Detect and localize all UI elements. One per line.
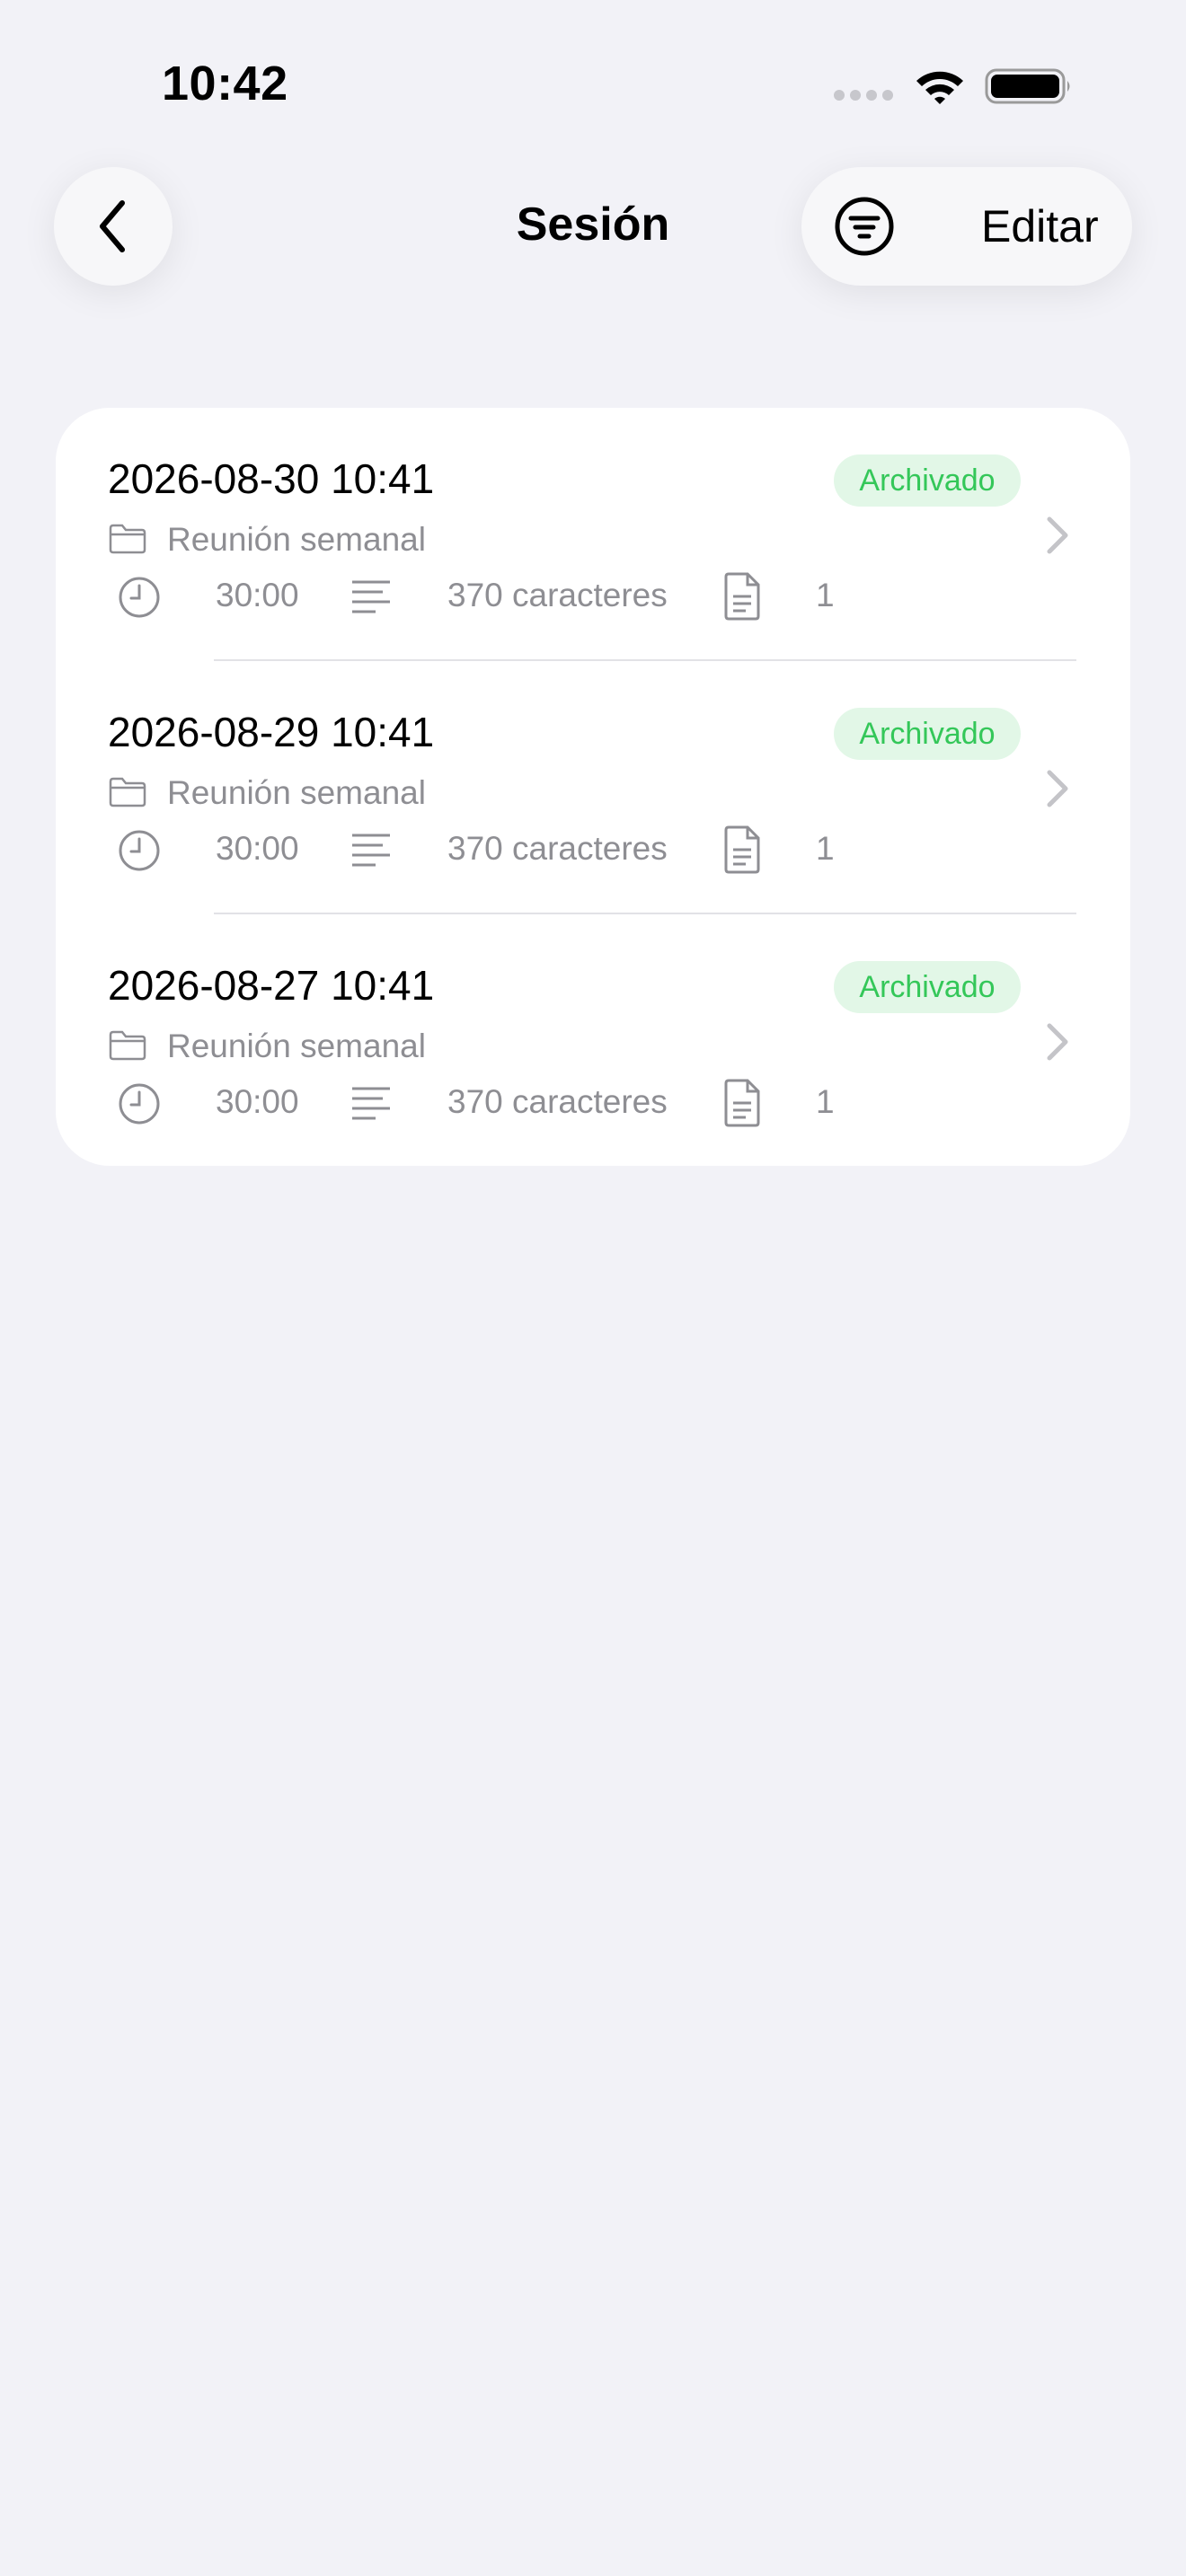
edit-button[interactable]: Editar [981, 167, 1099, 286]
wifi-icon [916, 71, 963, 104]
session-row[interactable]: 2026-08-30 10:41 Archivado Reunión seman… [56, 408, 1130, 661]
session-duration: 30:00 [216, 830, 299, 867]
folder-icon [109, 1030, 146, 1061]
status-time: 10:42 [162, 57, 288, 110]
filter-button[interactable] [832, 194, 897, 259]
chevron-right-icon [1047, 770, 1068, 807]
signal-icon [834, 90, 897, 102]
nav-actions: Editar [801, 167, 1132, 286]
session-chars: 370 caracteres [447, 577, 668, 613]
session-row[interactable]: 2026-08-27 10:41 Archivado Reunión seman… [56, 914, 1130, 1166]
status-badge: Archivado [834, 961, 1021, 1013]
session-duration: 30:00 [216, 1083, 299, 1120]
session-folder: Reunión semanal [167, 521, 426, 558]
text-lines-icon [352, 580, 390, 613]
session-duration: 30:00 [216, 577, 299, 613]
folder-icon [109, 524, 146, 554]
session-row[interactable]: 2026-08-29 10:41 Archivado Reunión seman… [56, 661, 1130, 914]
chevron-right-icon [1047, 516, 1068, 554]
session-date: 2026-08-27 10:41 [108, 962, 435, 1009]
status-icons [834, 65, 1076, 108]
session-docs: 1 [816, 577, 835, 613]
status-badge: Archivado [834, 708, 1021, 760]
sessions-list: 2026-08-30 10:41 Archivado Reunión seman… [56, 408, 1130, 1166]
document-icon [724, 825, 760, 874]
session-docs: 1 [816, 830, 835, 867]
session-docs: 1 [816, 1083, 835, 1120]
clock-icon [119, 830, 160, 871]
session-folder: Reunión semanal [167, 1028, 426, 1064]
session-date: 2026-08-29 10:41 [108, 709, 435, 755]
document-icon [724, 572, 760, 621]
document-icon [724, 1079, 760, 1127]
chevron-right-icon [1047, 1023, 1068, 1061]
filter-icon [835, 197, 894, 256]
session-chars: 370 caracteres [447, 1083, 668, 1120]
session-date: 2026-08-30 10:41 [108, 455, 435, 502]
session-chars: 370 caracteres [447, 830, 668, 867]
text-lines-icon [352, 1087, 390, 1120]
status-badge: Archivado [834, 454, 1021, 507]
folder-icon [109, 777, 146, 807]
session-folder: Reunión semanal [167, 774, 426, 811]
clock-icon [119, 1083, 160, 1125]
screen: 10:42 Sesión Editar 2026-08-30 10:41 Arc… [0, 0, 1186, 2576]
battery-icon [985, 68, 1070, 104]
text-lines-icon [352, 834, 390, 867]
clock-icon [119, 577, 160, 618]
